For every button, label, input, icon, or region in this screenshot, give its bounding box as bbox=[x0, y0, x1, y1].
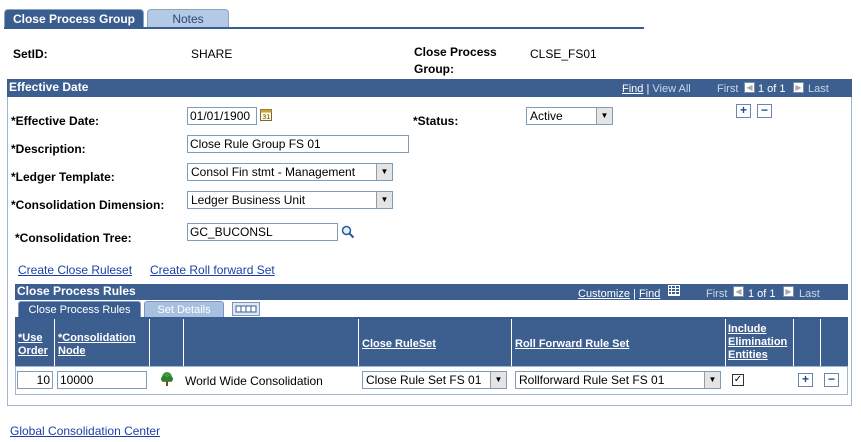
grid-nav: Customize | Find bbox=[578, 288, 660, 300]
consolidation-tree-input[interactable]: GC_BUCONSL bbox=[187, 223, 338, 241]
consolidation-node-header[interactable]: *Consolidation Node bbox=[58, 332, 136, 358]
consolidation-node-input[interactable]: 10000 bbox=[57, 371, 147, 389]
include-elimination-checkbox[interactable]: ✓ bbox=[732, 374, 744, 386]
consolidation-tree-label: *Consolidation Tree: bbox=[15, 231, 132, 245]
add-row-button[interactable]: + bbox=[736, 104, 751, 118]
col-header-delete bbox=[821, 319, 848, 366]
roll-forward-header[interactable]: Roll Forward Rule Set bbox=[515, 338, 629, 351]
consolidation-dimension-value: Ledger Business Unit bbox=[191, 193, 306, 207]
tab-close-process-group[interactable]: Close Process Group bbox=[4, 9, 144, 27]
create-roll-forward-set-link[interactable]: Create Roll forward Set bbox=[150, 263, 275, 277]
include-elimination-header[interactable]: Include Elimination Entities bbox=[728, 323, 787, 362]
global-consolidation-center-link[interactable]: Global Consolidation Center bbox=[10, 424, 160, 438]
nav-separator: | bbox=[646, 83, 650, 95]
grid-find-link[interactable]: Find bbox=[639, 288, 660, 300]
grid-first-label[interactable]: First bbox=[706, 288, 727, 300]
chevron-down-icon[interactable]: ▼ bbox=[596, 108, 612, 124]
close-ruleset-value: Close Rule Set FS 01 bbox=[366, 373, 482, 387]
ledger-template-select[interactable]: Consol Fin stmt - Management ▼ bbox=[187, 163, 393, 181]
tab-notes[interactable]: Notes bbox=[147, 9, 229, 27]
eff-date-nav: Find | View All bbox=[622, 83, 691, 95]
first-arrow-icon[interactable]: ◀ bbox=[744, 82, 755, 93]
first-label[interactable]: First bbox=[717, 83, 738, 95]
description-label: *Description: bbox=[11, 142, 86, 156]
status-label: *Status: bbox=[413, 114, 459, 128]
grid-view-icon[interactable] bbox=[668, 285, 680, 296]
grid-add-row-button[interactable]: + bbox=[798, 373, 813, 387]
effective-date-input[interactable]: 01/01/1900 bbox=[187, 107, 257, 125]
grid-tab-close-process-rules[interactable]: Close Process Rules bbox=[18, 301, 141, 317]
grid-delete-row-button[interactable]: − bbox=[824, 373, 839, 387]
node-description: World Wide Consolidation bbox=[185, 374, 323, 388]
create-close-ruleset-link[interactable]: Create Close Ruleset bbox=[18, 263, 132, 277]
grid-row-range: 1 of 1 bbox=[748, 288, 776, 300]
col-header-icon bbox=[150, 319, 184, 366]
description-input[interactable]: Close Rule Group FS 01 bbox=[187, 135, 409, 153]
close-ruleset-header[interactable]: Close RuleSet bbox=[362, 338, 436, 351]
col-header-description bbox=[184, 319, 359, 366]
close-process-group-value: CLSE_FS01 bbox=[530, 47, 597, 61]
status-select[interactable]: Active ▼ bbox=[526, 107, 613, 125]
col-header-add bbox=[794, 319, 821, 366]
chevron-down-icon[interactable]: ▼ bbox=[704, 372, 720, 388]
roll-forward-select[interactable]: Rollforward Rule Set FS 01 ▼ bbox=[515, 371, 721, 389]
close-process-rules-title: Close Process Rules bbox=[17, 284, 136, 298]
roll-forward-value: Rollforward Rule Set FS 01 bbox=[519, 373, 665, 387]
grid-last-arrow-icon[interactable]: ▶ bbox=[783, 286, 794, 297]
customize-link[interactable]: Customize bbox=[578, 288, 630, 300]
ledger-template-value: Consol Fin stmt - Management bbox=[191, 165, 356, 179]
grid-tab-set-details[interactable]: Set Details bbox=[144, 301, 224, 317]
view-all-link[interactable]: View All bbox=[652, 83, 690, 95]
close-process-group-label: Close Process Group: bbox=[414, 45, 497, 76]
use-order-input[interactable]: 10 bbox=[17, 371, 53, 389]
magnifier-icon[interactable] bbox=[341, 225, 355, 239]
consolidation-dimension-label: *Consolidation Dimension: bbox=[11, 198, 165, 212]
setid-label: SetID: bbox=[13, 47, 48, 61]
effective-date-title: Effective Date bbox=[9, 80, 89, 94]
calendar-icon[interactable]: 31 bbox=[260, 108, 272, 121]
delete-row-button[interactable]: − bbox=[757, 104, 772, 118]
close-ruleset-select[interactable]: Close Rule Set FS 01 ▼ bbox=[362, 371, 507, 389]
ledger-template-label: *Ledger Template: bbox=[11, 170, 115, 184]
grid-last-label[interactable]: Last bbox=[799, 288, 820, 300]
chevron-down-icon[interactable]: ▼ bbox=[376, 164, 392, 180]
chevron-down-icon[interactable]: ▼ bbox=[376, 192, 392, 208]
grid-first-arrow-icon[interactable]: ◀ bbox=[733, 286, 744, 297]
show-all-columns-icon[interactable] bbox=[232, 302, 260, 316]
svg-text:31: 31 bbox=[263, 114, 271, 121]
nav-separator: | bbox=[633, 288, 636, 300]
effective-date-label: *Effective Date: bbox=[11, 114, 100, 128]
row-range: 1 of 1 bbox=[758, 83, 786, 95]
last-label[interactable]: Last bbox=[808, 83, 829, 95]
chevron-down-icon[interactable]: ▼ bbox=[490, 372, 506, 388]
use-order-header[interactable]: *Use Order bbox=[18, 332, 48, 358]
status-select-value: Active bbox=[530, 109, 563, 123]
tab-underline bbox=[4, 27, 644, 29]
tree-icon[interactable] bbox=[159, 371, 175, 387]
find-link[interactable]: Find bbox=[622, 83, 643, 95]
setid-value: SHARE bbox=[191, 47, 233, 61]
last-arrow-icon[interactable]: ▶ bbox=[793, 82, 804, 93]
consolidation-dimension-select[interactable]: Ledger Business Unit ▼ bbox=[187, 191, 393, 209]
